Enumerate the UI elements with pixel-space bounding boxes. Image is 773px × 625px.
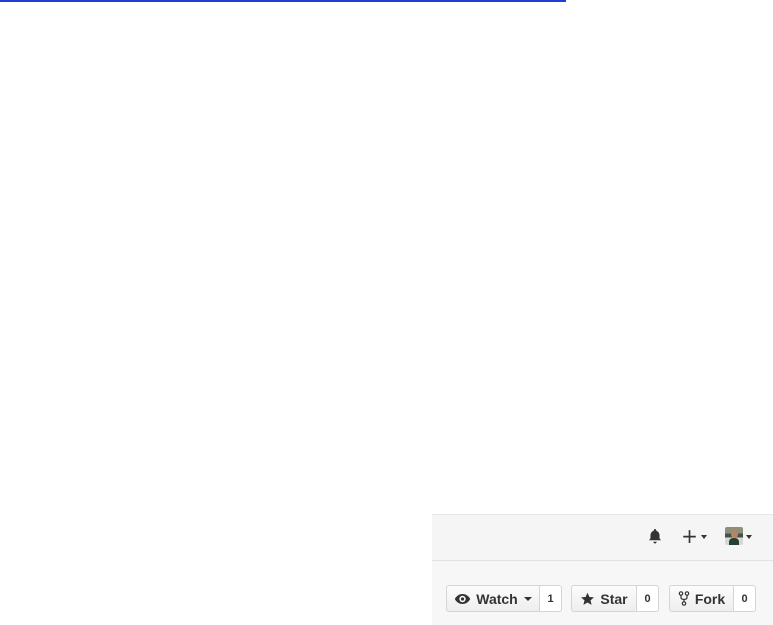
bell-icon: [649, 528, 661, 543]
chevron-down-icon: [745, 534, 752, 539]
notifications-button[interactable]: [647, 527, 663, 545]
chevron-down-icon: [523, 597, 532, 601]
star-action: Star 0: [571, 585, 659, 612]
watch-label: Watch: [476, 590, 518, 607]
star-count[interactable]: 0: [637, 585, 659, 612]
new-menu-button[interactable]: +: [680, 526, 708, 546]
star-icon: [581, 592, 595, 605]
fork-button[interactable]: Fork: [669, 585, 734, 612]
fork-count[interactable]: 0: [734, 585, 756, 612]
fork-action: Fork 0: [669, 585, 756, 612]
chevron-down-icon: [700, 534, 707, 539]
plus-icon: +: [681, 524, 698, 548]
repository-actions: Watch 1 Star 0 Fork 0: [432, 561, 773, 625]
github-repo-header-panel: + Watch 1 Star 0 Fork 0: [432, 514, 773, 625]
star-label: Star: [600, 590, 628, 607]
watch-action: Watch 1: [446, 585, 562, 612]
fork-icon: [678, 591, 690, 606]
watch-button[interactable]: Watch: [446, 585, 540, 612]
avatar: [724, 527, 743, 545]
top-link-underline: [0, 0, 566, 2]
eye-icon: [455, 593, 471, 604]
fork-label: Fork: [694, 590, 726, 607]
star-button[interactable]: Star: [571, 585, 637, 612]
top-navigation-bar: +: [432, 515, 773, 561]
user-menu-button[interactable]: [720, 525, 756, 547]
watch-count[interactable]: 1: [540, 585, 562, 612]
